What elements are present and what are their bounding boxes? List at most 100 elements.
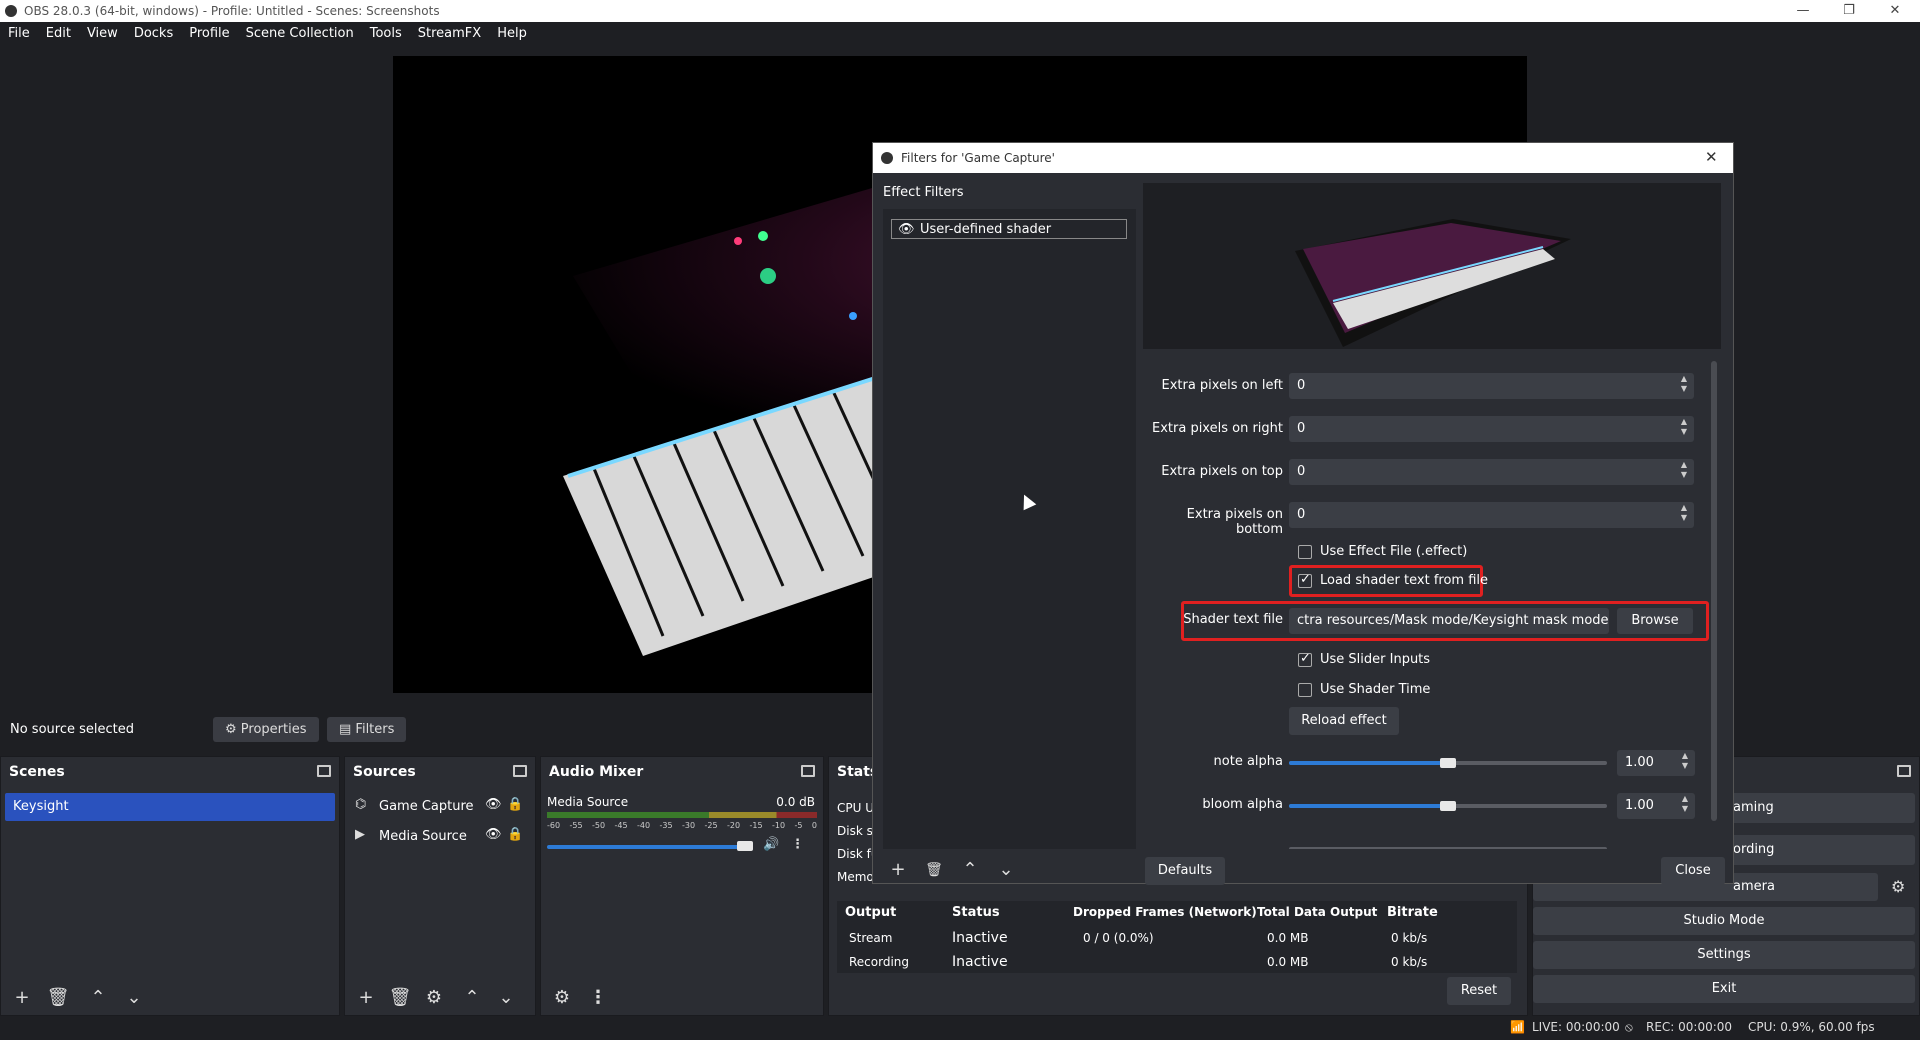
use-slider-inputs-checkbox[interactable] <box>1298 651 1312 667</box>
move-filter-down-icon[interactable]: ⌄ <box>991 855 1021 885</box>
more-options-icon[interactable]: ⋮ <box>791 837 804 852</box>
filter-icon: ▤ <box>339 722 356 737</box>
scene-item-keysight[interactable]: Keysight <box>5 793 335 821</box>
close-dialog-button[interactable]: Close <box>1661 857 1725 885</box>
move-filter-up-icon[interactable]: ⌃ <box>955 855 985 885</box>
volume-knob[interactable] <box>737 841 753 851</box>
reload-effect-button[interactable]: Reload effect <box>1289 707 1399 735</box>
close-button[interactable]: ✕ <box>1872 0 1918 22</box>
mixer-menu-icon[interactable]: ⋮ <box>583 983 613 1013</box>
settings-button[interactable]: Settings <box>1533 941 1915 969</box>
remove-source-trash-icon[interactable]: 🗑 <box>385 983 415 1013</box>
cell: 0 kb/s <box>1391 955 1428 969</box>
lock-icon[interactable]: 🔒 <box>507 827 523 842</box>
add-scene-button[interactable]: + <box>7 983 37 1013</box>
move-down-icon[interactable]: ⌄ <box>491 983 521 1013</box>
speaker-icon[interactable]: 🔊 <box>763 837 779 852</box>
add-source-button[interactable]: + <box>351 983 381 1013</box>
field-label: Extra pixels on bottom <box>1186 507 1283 537</box>
field-label: Extra pixels on left <box>1161 378 1283 393</box>
load-shader-checkbox[interactable] <box>1298 572 1312 588</box>
shader-file-input[interactable]: ctra resources/Mask mode/Keysight mask m… <box>1289 608 1609 634</box>
filter-list: 👁 User-defined shader <box>883 209 1136 849</box>
spinner-arrows-icon[interactable]: ▲ ▼ <box>1678 374 1690 398</box>
source-label: Media Source <box>379 829 467 844</box>
field-value: 0 <box>1297 464 1306 479</box>
menu-help[interactable]: Help <box>489 22 535 45</box>
bloom-alpha-value[interactable]: 1.00 ▲ ▼ <box>1617 793 1695 819</box>
mixer-settings-gear-icon[interactable]: ⚙ <box>547 983 577 1013</box>
meter-tick: 0 <box>811 821 817 830</box>
properties-scrollbar[interactable] <box>1711 361 1717 821</box>
meter-tick: -15 <box>749 821 763 830</box>
remove-scene-trash-icon[interactable]: 🗑 <box>43 983 73 1013</box>
browse-button[interactable]: Browse <box>1617 608 1693 634</box>
extra-pixels-right-input[interactable]: 0 ▲ ▼ <box>1289 416 1694 442</box>
virtual-camera-gear-icon[interactable]: ⚙ <box>1891 877 1905 896</box>
spinner-arrows-icon[interactable]: ▲ ▼ <box>1679 794 1691 818</box>
defaults-button[interactable]: Defaults <box>1145 857 1225 885</box>
reset-button[interactable]: Reset <box>1447 977 1511 1005</box>
add-filter-button[interactable]: + <box>883 855 913 885</box>
menu-scene-collection[interactable]: Scene Collection <box>238 22 362 45</box>
extra-pixels-top-input[interactable]: 0 ▲ ▼ <box>1289 459 1694 485</box>
extra-pixels-bottom-input[interactable]: 0 ▲ ▼ <box>1289 502 1694 528</box>
move-up-icon[interactable]: ⌃ <box>83 983 113 1013</box>
opacity-range-slider[interactable] <box>1289 847 1607 849</box>
note-alpha-value[interactable]: 1.00 ▲ ▼ <box>1617 750 1695 776</box>
eye-icon[interactable]: 👁 <box>485 827 502 842</box>
gear-icon: ⚙ <box>225 722 241 737</box>
field-value: 0 <box>1297 378 1306 393</box>
exit-button[interactable]: Exit <box>1533 975 1915 1003</box>
slider-knob[interactable] <box>1440 801 1456 811</box>
source-item-media-source[interactable]: ▶ Media Source 👁 🔒 <box>355 827 530 849</box>
field-value: 0 <box>1297 507 1306 522</box>
note-alpha-slider[interactable] <box>1289 758 1607 768</box>
dock-float-icon[interactable] <box>801 765 815 777</box>
spinner-arrows-icon[interactable]: ▲ ▼ <box>1678 417 1690 441</box>
slider-knob[interactable] <box>1440 758 1456 768</box>
menu-profile[interactable]: Profile <box>181 22 237 45</box>
meter-tick: -20 <box>727 821 741 830</box>
studio-mode-button[interactable]: Studio Mode <box>1533 907 1915 935</box>
dock-float-icon[interactable] <box>317 765 331 777</box>
bloom-alpha-slider[interactable] <box>1289 801 1607 811</box>
volume-slider[interactable] <box>547 845 752 849</box>
minimize-button[interactable]: — <box>1780 0 1826 22</box>
live-time: LIVE: 00:00:00 <box>1532 1020 1620 1034</box>
scenes-dock: Scenes Keysight + 🗑 ⌃ ⌄ <box>0 756 340 1016</box>
filters-button[interactable]: ▤ Filters <box>327 717 407 742</box>
menu-streamfx[interactable]: StreamFX <box>410 22 489 45</box>
menu-tools[interactable]: Tools <box>362 22 410 45</box>
source-settings-gear-icon[interactable]: ⚙ <box>419 983 449 1013</box>
menu-edit[interactable]: Edit <box>38 22 79 45</box>
use-effect-file-checkbox[interactable] <box>1298 545 1312 559</box>
cell: Recording <box>849 955 910 969</box>
source-item-game-capture[interactable]: ⌬ Game Capture 👁 🔒 <box>355 797 530 819</box>
menu-view[interactable]: View <box>79 22 126 45</box>
menu-file[interactable]: File <box>0 22 38 45</box>
dock-float-icon[interactable] <box>1897 765 1911 777</box>
use-effect-file-label: Use Effect File (.effect) <box>1320 544 1468 559</box>
filter-item-user-defined-shader[interactable]: 👁 User-defined shader <box>891 219 1127 239</box>
header-bitrate: Bitrate <box>1387 905 1438 920</box>
properties-button[interactable]: ⚙ Properties <box>213 717 319 742</box>
dialog-close-icon[interactable]: ✕ <box>1705 148 1718 166</box>
spinner-arrows-icon[interactable]: ▲ ▼ <box>1679 751 1691 775</box>
restore-button[interactable]: ❐ <box>1826 0 1872 22</box>
remove-filter-trash-icon[interactable]: 🗑 <box>919 855 949 885</box>
sources-dock: Sources ⌬ Game Capture 👁 🔒 ▶ Media Sourc… <box>344 756 536 1016</box>
scene-label: Keysight <box>13 799 69 814</box>
eye-icon[interactable]: 👁 <box>485 797 502 812</box>
move-up-icon[interactable]: ⌃ <box>457 983 487 1013</box>
use-shader-time-checkbox[interactable] <box>1298 683 1312 697</box>
spinner-arrows-icon[interactable]: ▲ ▼ <box>1678 503 1690 527</box>
eye-icon[interactable]: 👁 <box>898 222 915 237</box>
no-source-label: No source selected <box>10 722 134 737</box>
extra-pixels-left-input[interactable]: 0 ▲ ▼ <box>1289 373 1694 399</box>
spinner-arrows-icon[interactable]: ▲ ▼ <box>1678 460 1690 484</box>
lock-icon[interactable]: 🔒 <box>507 797 523 812</box>
move-down-icon[interactable]: ⌄ <box>119 983 149 1013</box>
menu-docks[interactable]: Docks <box>126 22 181 45</box>
dock-float-icon[interactable] <box>513 765 527 777</box>
